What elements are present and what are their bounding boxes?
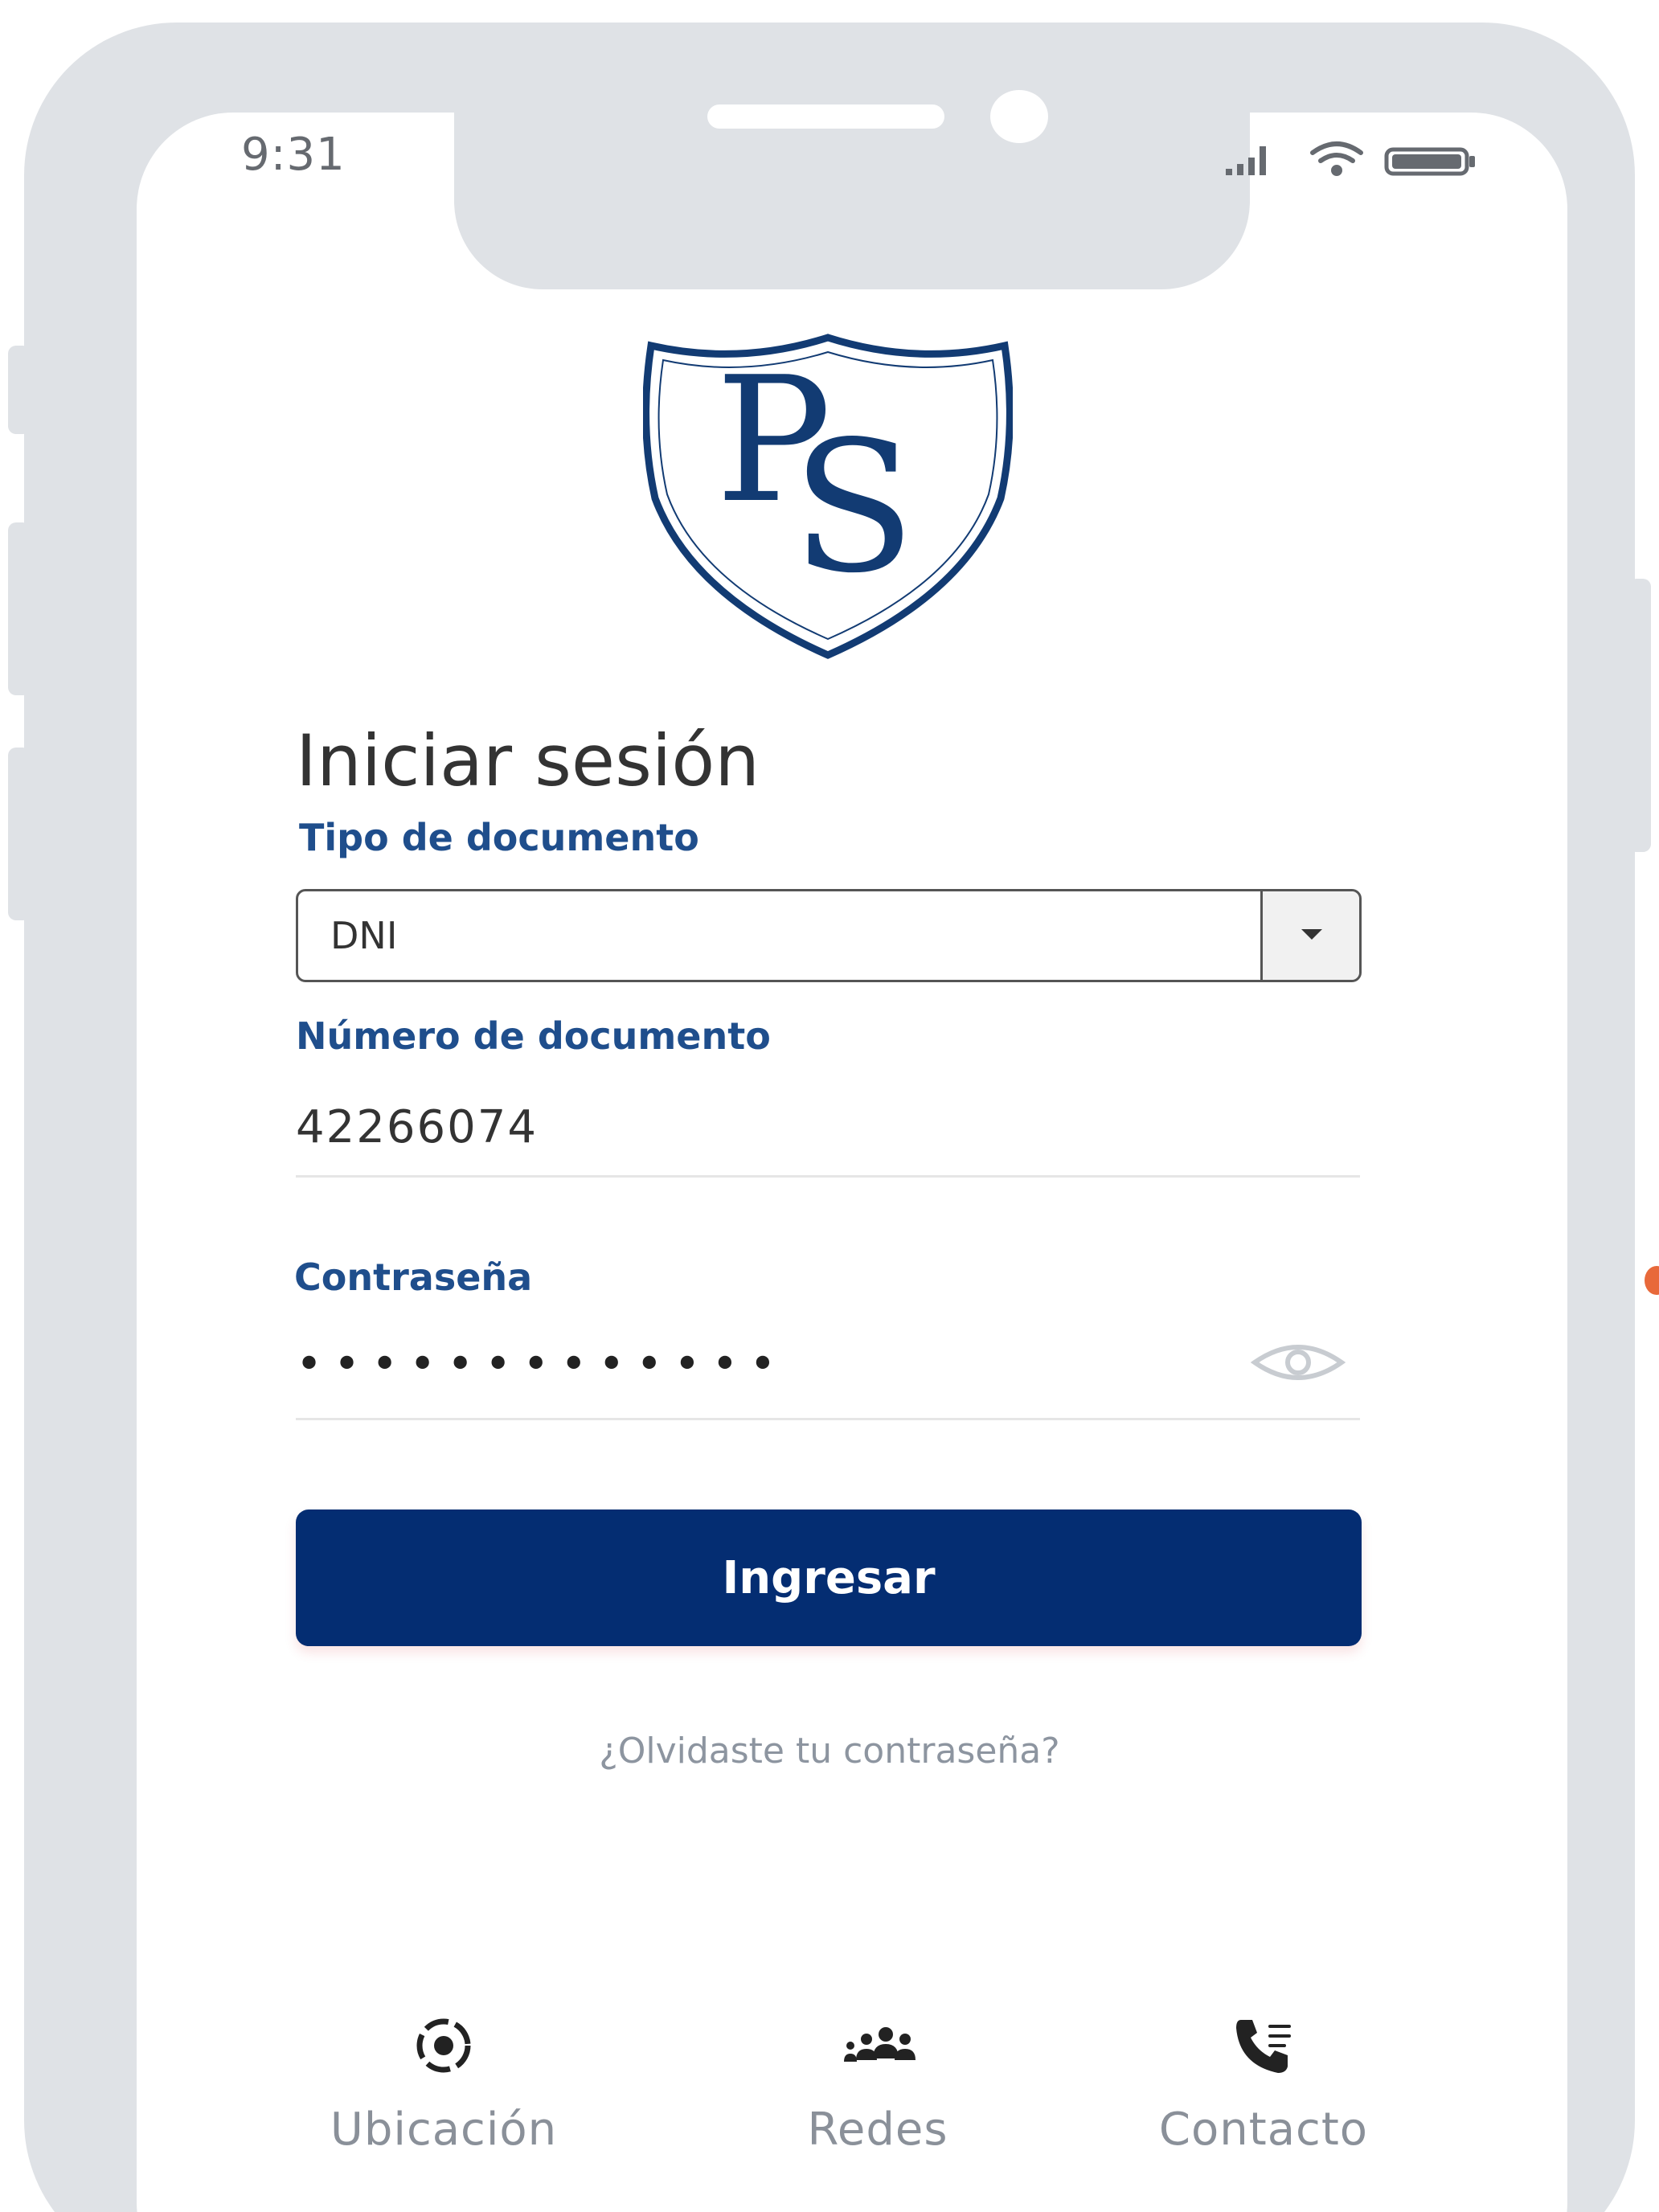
wifi-icon xyxy=(1310,141,1363,176)
school-logo: P S xyxy=(642,330,1014,663)
signal-icon xyxy=(1226,146,1266,175)
phone-speaker xyxy=(707,104,944,129)
logo-letter-s: S xyxy=(792,403,916,613)
eye-icon[interactable] xyxy=(1250,1338,1346,1387)
forgot-password-link[interactable]: ¿Olvidaste tu contraseña? xyxy=(0,1731,1659,1772)
nav-label-location: Ubicación xyxy=(330,2103,558,2156)
phone-notch xyxy=(454,113,1250,289)
document-number-input[interactable]: 42266074 xyxy=(296,1101,538,1153)
password-input[interactable]: ••••••••••••• xyxy=(296,1338,787,1391)
document-type-select[interactable]: DNI xyxy=(296,889,1362,982)
nav-label-networks: Redes xyxy=(807,2103,948,2156)
logo-monogram: P S xyxy=(643,330,1013,663)
app-stage: 9:31 P S Iniciar sesión Tipo de document… xyxy=(0,0,1659,2212)
document-type-label: Tipo de documento xyxy=(299,816,699,859)
nav-item-networks[interactable]: Redes xyxy=(733,2013,1022,2174)
password-label: Contraseña xyxy=(294,1256,533,1299)
location-icon xyxy=(416,2018,471,2073)
login-button[interactable]: Ingresar xyxy=(296,1509,1362,1646)
notification-dot xyxy=(1645,1266,1659,1295)
phone-camera xyxy=(990,90,1048,143)
document-type-value: DNI xyxy=(330,914,398,957)
page-title: Iniciar sesión xyxy=(296,719,760,802)
document-number-label: Número de documento xyxy=(296,1014,771,1058)
document-number-underline xyxy=(296,1175,1360,1178)
phone-icon xyxy=(1236,2020,1291,2073)
status-time: 9:31 xyxy=(241,129,346,181)
nav-item-contact[interactable]: Contacto xyxy=(1119,2013,1408,2174)
nav-label-contact: Contacto xyxy=(1158,2103,1369,2156)
nav-item-location[interactable]: Ubicación xyxy=(299,2013,588,2174)
people-icon xyxy=(844,2027,916,2062)
chevron-down-icon[interactable] xyxy=(1260,891,1359,980)
battery-icon xyxy=(1384,147,1475,176)
status-icons xyxy=(1226,141,1475,176)
password-underline xyxy=(296,1418,1360,1420)
